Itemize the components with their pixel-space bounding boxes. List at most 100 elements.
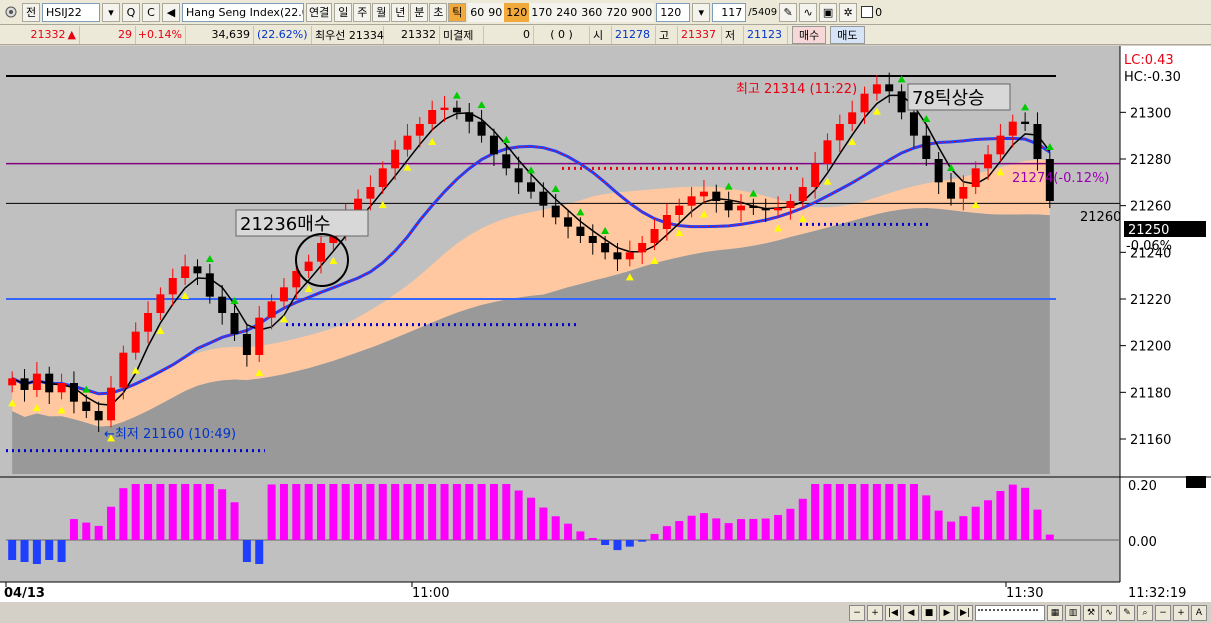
osc-bar xyxy=(242,540,251,562)
candle-body xyxy=(267,301,276,318)
plus-icon[interactable]: + xyxy=(1173,604,1189,621)
tick-tab-240[interactable]: 240 xyxy=(554,2,580,22)
candle-body xyxy=(218,296,227,313)
font-size-icon[interactable]: A xyxy=(1191,604,1207,621)
osc-bar xyxy=(205,484,214,540)
candle-body xyxy=(8,378,17,386)
draw-icon[interactable]: ✎ xyxy=(1119,604,1135,621)
osc-bar xyxy=(984,500,993,540)
option-checkbox[interactable] xyxy=(861,6,874,18)
osc-bar xyxy=(107,506,115,540)
osc-bar xyxy=(292,484,301,540)
next-icon[interactable]: ▶ xyxy=(939,604,955,621)
link-button[interactable]: 연결 xyxy=(306,2,333,22)
chart-area[interactable]: 21300 21280 21260 21240 21220 21200 21180 21160… xyxy=(0,46,1211,602)
candle-body xyxy=(625,252,634,260)
osc-bar xyxy=(625,540,634,547)
tick-select[interactable]: 120 xyxy=(656,2,691,22)
save-icon[interactable]: ▣ xyxy=(819,2,838,22)
period-tab-3[interactable]: 년 xyxy=(391,2,410,22)
prev-icon[interactable]: ◀ xyxy=(903,604,919,621)
period-tab-2[interactable]: 월 xyxy=(372,2,391,22)
candle-body xyxy=(996,135,1005,155)
osc-bar xyxy=(317,484,325,540)
tools-icon[interactable]: ⚒ xyxy=(1083,604,1099,621)
sell-button[interactable]: 매도 xyxy=(830,25,865,44)
magnify-icon[interactable]: ⌕ xyxy=(1137,604,1153,621)
count-input[interactable]: 117 xyxy=(712,2,747,22)
tick-tab-360[interactable]: 360 xyxy=(579,2,605,22)
first-page-icon[interactable]: |◀ xyxy=(885,604,901,621)
x-label-1100: 11:00 xyxy=(412,586,449,601)
osc-bar xyxy=(465,484,474,540)
current-pct-label: -0.06% xyxy=(1126,239,1172,254)
time-scrollbar[interactable] xyxy=(975,604,1045,621)
chart-icon[interactable]: ∿ xyxy=(799,2,818,22)
buy-button[interactable]: 매수 xyxy=(792,25,827,44)
y-tick-label: 21220 xyxy=(1130,293,1171,308)
search-icon[interactable]: Q xyxy=(122,2,140,22)
tick-tab-900[interactable]: 900 xyxy=(629,2,655,22)
candle-body xyxy=(971,168,980,187)
quote-bar: 21332 ▲ 29 +0.14% 34,639 (22.62%) 최우선 213… xyxy=(0,25,1211,45)
osc-bar xyxy=(452,484,461,540)
candle-body xyxy=(131,331,140,353)
candle-body xyxy=(440,107,449,110)
tick-tab-90[interactable]: 90 xyxy=(486,2,505,22)
layout-icon[interactable]: ▦ xyxy=(1047,604,1063,621)
y-tick-label: 21180 xyxy=(1130,386,1171,401)
period-tab-1[interactable]: 주 xyxy=(353,2,372,22)
period-tab-4[interactable]: 분 xyxy=(410,2,429,22)
copy-icon[interactable]: C xyxy=(142,2,160,22)
candle-body xyxy=(539,191,548,206)
period-tab-0[interactable]: 일 xyxy=(334,2,353,22)
toolbar: 전 HSIJ22 ▾ Q C ◀ Hang Seng Index(22.0 연결… xyxy=(0,0,1211,25)
osc-bar xyxy=(786,508,795,540)
candle-body xyxy=(193,266,202,274)
osc-bar xyxy=(514,490,523,540)
candle-body xyxy=(724,201,733,211)
candle-body xyxy=(1008,121,1017,136)
purple-line-label: 21274(-0.12%) xyxy=(1012,171,1110,186)
sound-icon[interactable]: ◀ xyxy=(162,2,180,22)
indicator-icon[interactable]: ∿ xyxy=(1101,604,1117,621)
y-tick-label: 21160 xyxy=(1130,433,1171,448)
period-tab-5[interactable]: 초 xyxy=(429,2,448,22)
split-icon[interactable]: ▥ xyxy=(1065,604,1081,621)
symbol-input[interactable]: HSIJ22 xyxy=(42,2,100,22)
osc-bar xyxy=(588,538,597,540)
osc-bar xyxy=(477,484,486,540)
osc-bar xyxy=(527,497,535,540)
tick-dropdown-icon[interactable]: ▾ xyxy=(692,2,711,22)
volume-value: 34,639 xyxy=(186,25,254,44)
stop-icon[interactable]: ■ xyxy=(921,604,937,621)
price-chart[interactable]: 2130021280212602124021220212002118021160… xyxy=(0,46,1211,602)
tick-tab-720[interactable]: 720 xyxy=(604,2,630,22)
last-page-icon[interactable]: ▶| xyxy=(957,604,973,621)
osc-bar xyxy=(749,518,758,540)
x-label-date: 04/13 xyxy=(4,586,45,601)
tick-tab-170[interactable]: 170 xyxy=(529,2,555,22)
jeon-button[interactable]: 전 xyxy=(22,2,40,22)
period-tab-6[interactable]: 틱 xyxy=(448,2,467,22)
tick-tab-120[interactable]: 120 xyxy=(504,2,530,22)
candle-body xyxy=(551,205,560,218)
osc-bar xyxy=(885,484,894,540)
osc-bar xyxy=(144,484,153,540)
settings-icon[interactable] xyxy=(2,3,20,22)
candle-body xyxy=(107,387,115,421)
gear-icon[interactable]: ✲ xyxy=(839,2,858,22)
tool-icon[interactable]: ✎ xyxy=(779,2,798,22)
candle-body xyxy=(279,287,288,302)
osc-bar xyxy=(564,523,573,540)
tick-tab-60[interactable]: 60 xyxy=(468,2,487,22)
osc-bar xyxy=(366,484,375,540)
symbol-dropdown-icon[interactable]: ▾ xyxy=(102,2,120,22)
minus-icon[interactable]: − xyxy=(1155,604,1171,621)
zoom-out-icon[interactable]: − xyxy=(849,604,865,621)
candle-body xyxy=(94,411,103,421)
open-label: 시 xyxy=(590,25,612,44)
candle-body xyxy=(798,187,807,201)
zoom-in-icon[interactable]: + xyxy=(867,604,883,621)
scroll-thumb[interactable] xyxy=(978,608,1038,617)
